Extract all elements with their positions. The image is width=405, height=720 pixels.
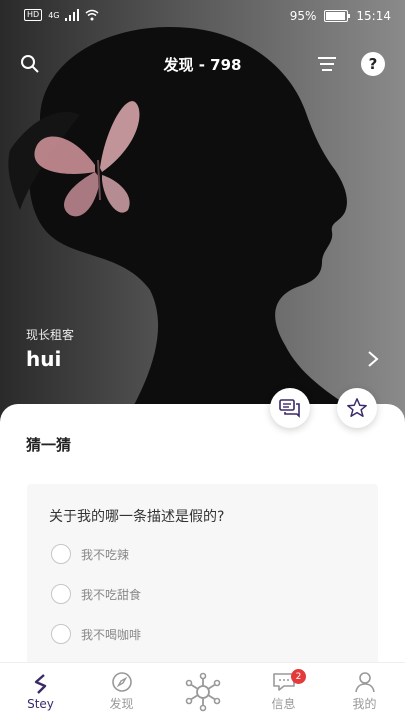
user-icon: [354, 672, 375, 693]
nav-discover[interactable]: 发现: [81, 663, 162, 720]
nav-profile[interactable]: 我的: [324, 663, 405, 720]
nav-stey[interactable]: Stey: [0, 663, 81, 720]
profile-role: 现长租客: [26, 328, 75, 342]
clock: 15:14: [356, 9, 391, 23]
status-bar: HD 4G 95% 15:14: [0, 0, 405, 34]
chevron-right-icon: [368, 351, 379, 367]
quiz-option-2[interactable]: 我不吃甜食: [51, 584, 141, 604]
help-icon: ?: [361, 52, 385, 76]
top-bar: 发现 - 798 ?: [0, 48, 405, 80]
radio-button[interactable]: [51, 544, 71, 564]
bottom-nav: Stey 发现 2 信息 我的: [0, 662, 405, 720]
filter-list-icon: [318, 57, 336, 71]
filter-button[interactable]: [313, 50, 341, 78]
nav-label: 发现: [109, 697, 134, 711]
profile-detail-button[interactable]: [367, 350, 379, 372]
nav-hub[interactable]: [162, 663, 243, 720]
quiz-card: 关于我的哪一条描述是假的? 我不吃辣 我不吃甜食 我不喝咖啡: [27, 484, 378, 674]
favorite-button[interactable]: [337, 388, 377, 428]
network-hub-icon: [185, 672, 220, 711]
battery-percent: 95%: [289, 9, 317, 23]
nav-label: 我的: [352, 697, 377, 711]
nav-messages[interactable]: 2 信息: [243, 663, 324, 720]
nav-label: 信息: [271, 697, 296, 711]
signal-icon: [65, 9, 80, 21]
chat-bubbles-icon: [279, 399, 300, 418]
compass-icon: [111, 672, 132, 692]
nav-label: Stey: [27, 696, 54, 711]
unread-badge: 2: [291, 669, 306, 684]
battery-icon: [324, 10, 351, 22]
option-label: 我不吃甜食: [81, 587, 142, 602]
profile-info[interactable]: 现长租客 hui: [26, 326, 74, 371]
network-hd-label: HD: [24, 9, 43, 21]
network-type-label: 4G: [48, 10, 60, 20]
quiz-title: 猜一猜: [26, 436, 72, 454]
quiz-option-1[interactable]: 我不吃辣: [51, 544, 129, 564]
radio-button[interactable]: [51, 624, 71, 644]
quiz-question: 关于我的哪一条描述是假的?: [49, 509, 225, 525]
page-title: 发现 - 798: [163, 56, 242, 74]
stey-logo-icon: [34, 673, 46, 694]
help-button[interactable]: ?: [359, 50, 387, 78]
star-icon: [347, 398, 367, 417]
radio-button[interactable]: [51, 584, 71, 604]
chat-button[interactable]: [270, 388, 310, 428]
option-label: 我不吃辣: [81, 547, 130, 562]
option-label: 我不喝咖啡: [81, 627, 142, 642]
quiz-option-3[interactable]: 我不喝咖啡: [51, 624, 141, 644]
wifi-icon: [86, 9, 99, 21]
profile-name: hui: [26, 347, 62, 371]
